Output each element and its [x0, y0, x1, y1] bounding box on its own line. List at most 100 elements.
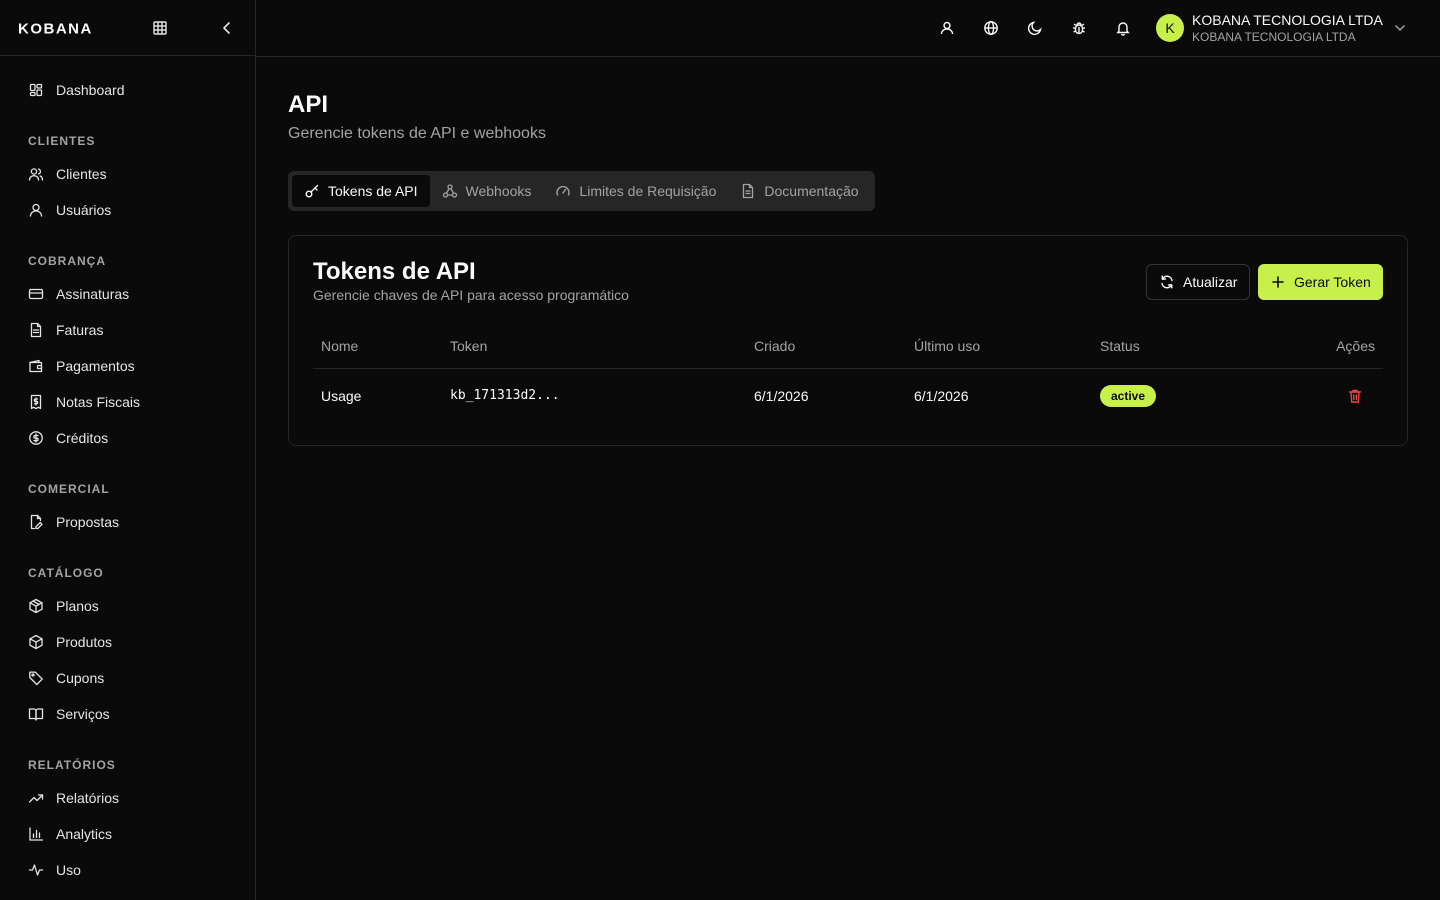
globe-icon[interactable] — [981, 18, 1001, 38]
tokens-table: Nome Token Criado Último uso Status Açõe… — [313, 324, 1383, 422]
column-header-created: Criado — [754, 338, 796, 354]
table-header: Nome Token Criado Último uso Status Açõe… — [313, 324, 1383, 369]
page-title: API — [288, 91, 329, 118]
account-info: KOBANA TECNOLOGIA LTDA KOBANA TECNOLOGIA… — [1192, 11, 1383, 45]
column-header-token: Token — [450, 338, 488, 354]
sidebar-item-label: Serviços — [56, 706, 110, 722]
tab-tokens[interactable]: Tokens de API — [292, 175, 430, 207]
topbar: K KOBANA TECNOLOGIA LTDA KOBANA TECNOLOG… — [256, 0, 1440, 57]
actions-cell — [1345, 369, 1365, 422]
tab-documentation[interactable]: Documentação — [728, 175, 870, 207]
sidebar-item-relatórios[interactable]: Relatórios — [0, 780, 255, 816]
bug-icon[interactable] — [1069, 18, 1089, 38]
token-last-used: 6/1/2026 — [914, 387, 969, 404]
gauge-icon — [555, 183, 571, 199]
token-name: Usage — [321, 387, 362, 404]
file-pen-icon — [28, 514, 44, 530]
generate-token-button[interactable]: Gerar Token — [1258, 264, 1383, 300]
sidebar-item-usuários[interactable]: Usuários — [0, 192, 255, 228]
wallet-icon — [28, 358, 44, 374]
sidebar-item-label: Relatórios — [56, 790, 120, 806]
sidebar-item-analytics[interactable]: Analytics — [0, 816, 255, 852]
column-header-status: Status — [1100, 338, 1140, 354]
book-icon — [28, 706, 44, 722]
apps-grid-icon[interactable] — [150, 18, 170, 38]
receipt-icon — [28, 394, 44, 410]
sidebar-item-label: Faturas — [56, 322, 104, 338]
status-badge: active — [1100, 384, 1157, 407]
tab-label: Documentação — [764, 183, 859, 199]
sidebar-item-label: Planos — [56, 598, 99, 614]
box-icon — [28, 634, 44, 650]
sidebar-nav: Dashboard CLIENTES Clientes Usuários COBRANÇ… — [0, 56, 255, 900]
sidebar-item-label: Notas Fiscais — [56, 394, 141, 410]
sidebar-item-créditos[interactable]: Créditos — [0, 420, 255, 456]
sidebar-item-uso[interactable]: Uso — [0, 852, 255, 888]
dollar-circle-icon — [28, 430, 44, 446]
sidebar-item-produtos[interactable]: Produtos — [0, 624, 255, 660]
column-header-last-used: Último uso — [914, 338, 981, 354]
refresh-icon — [1159, 274, 1175, 290]
sidebar-item-label: Analytics — [56, 826, 113, 842]
account-subtitle: KOBANA TECNOLOGIA LTDA — [1192, 30, 1356, 44]
package-icon — [28, 598, 44, 614]
bar-chart-icon — [28, 826, 44, 842]
tabs: Tokens de API Webhooks Limites de Requis… — [288, 171, 875, 211]
sidebar-item-label: Cupons — [56, 670, 105, 686]
sidebar-item-label: Dashboard — [56, 82, 125, 98]
page-subtitle: Gerencie tokens de API e webhooks — [288, 125, 546, 142]
file-text-icon — [28, 322, 44, 338]
sidebar-item-label: Propostas — [56, 514, 120, 530]
tab-rate-limits[interactable]: Limites de Requisição — [543, 175, 728, 207]
sidebar-item-serviços[interactable]: Serviços — [0, 696, 255, 732]
moon-icon[interactable] — [1025, 18, 1045, 38]
tag-icon — [28, 670, 44, 686]
kobana-logo[interactable]: KOBANA — [18, 21, 128, 35]
sidebar-item-planos[interactable]: Planos — [0, 588, 255, 624]
token-value: kb_171313d2... — [450, 388, 560, 403]
sidebar-item-faturas[interactable]: Faturas — [0, 312, 255, 348]
collapse-sidebar-icon[interactable] — [217, 18, 237, 38]
dashboard-icon — [28, 82, 44, 98]
tokens-card: Tokens de API Gerencie chaves de API par… — [288, 235, 1408, 446]
users-icon — [28, 166, 44, 182]
token-created: 6/1/2026 — [754, 387, 809, 404]
sidebar-item-notas-fiscais[interactable]: Notas Fiscais — [0, 384, 255, 420]
sidebar-item-label: Clientes — [56, 166, 107, 182]
user-icon[interactable] — [937, 18, 957, 38]
sidebar-item-label: Pagamentos — [56, 358, 135, 374]
card-title: Tokens de API — [313, 258, 476, 285]
chevron-down-icon — [1393, 21, 1407, 35]
tab-label: Webhooks — [465, 183, 532, 199]
card-subtitle: Gerencie chaves de API para acesso progr… — [313, 287, 629, 303]
sidebar-item-label: Produtos — [56, 634, 113, 650]
table-row: Usage kb_171313d2... 6/1/2026 6/1/2026 a… — [313, 369, 1383, 422]
sidebar-item-propostas[interactable]: Propostas — [0, 504, 255, 540]
tab-label: Tokens de API — [328, 183, 418, 199]
sidebar-item-cupons[interactable]: Cupons — [0, 660, 255, 696]
column-header-actions: Ações — [1336, 338, 1375, 354]
sidebar: KOBANA Dashboard CLIENTES Clientes Usuários… — [0, 0, 256, 900]
sidebar-item-label: Usuários — [56, 202, 112, 218]
credit-card-icon — [28, 286, 44, 302]
sidebar-section-clientes: CLIENTES — [28, 134, 96, 148]
sidebar-section-relatórios: RELATÓRIOS — [28, 758, 116, 772]
account-switcher[interactable]: K KOBANA TECNOLOGIA LTDA KOBANA TECNOLOG… — [1156, 10, 1407, 46]
main-content: API Gerencie tokens de API e webhooks To… — [288, 57, 1408, 446]
bell-icon[interactable] — [1113, 18, 1133, 38]
status-cell: active — [1100, 369, 1157, 422]
sidebar-item-pagamentos[interactable]: Pagamentos — [0, 348, 255, 384]
sidebar-item-assinaturas[interactable]: Assinaturas — [0, 276, 255, 312]
tab-webhooks[interactable]: Webhooks — [430, 175, 544, 207]
user-icon — [28, 202, 44, 218]
activity-icon — [28, 862, 44, 878]
sidebar-header: KOBANA — [0, 0, 255, 56]
sidebar-item-label: Assinaturas — [56, 286, 130, 302]
refresh-label: Atualizar — [1183, 274, 1238, 290]
sidebar-item-dashboard[interactable]: Dashboard — [0, 72, 255, 108]
refresh-button[interactable]: Atualizar — [1146, 264, 1251, 300]
trash-icon[interactable] — [1345, 386, 1365, 406]
sidebar-item-clientes[interactable]: Clientes — [0, 156, 255, 192]
generate-token-label: Gerar Token — [1294, 274, 1371, 290]
column-header-name: Nome — [321, 338, 359, 354]
